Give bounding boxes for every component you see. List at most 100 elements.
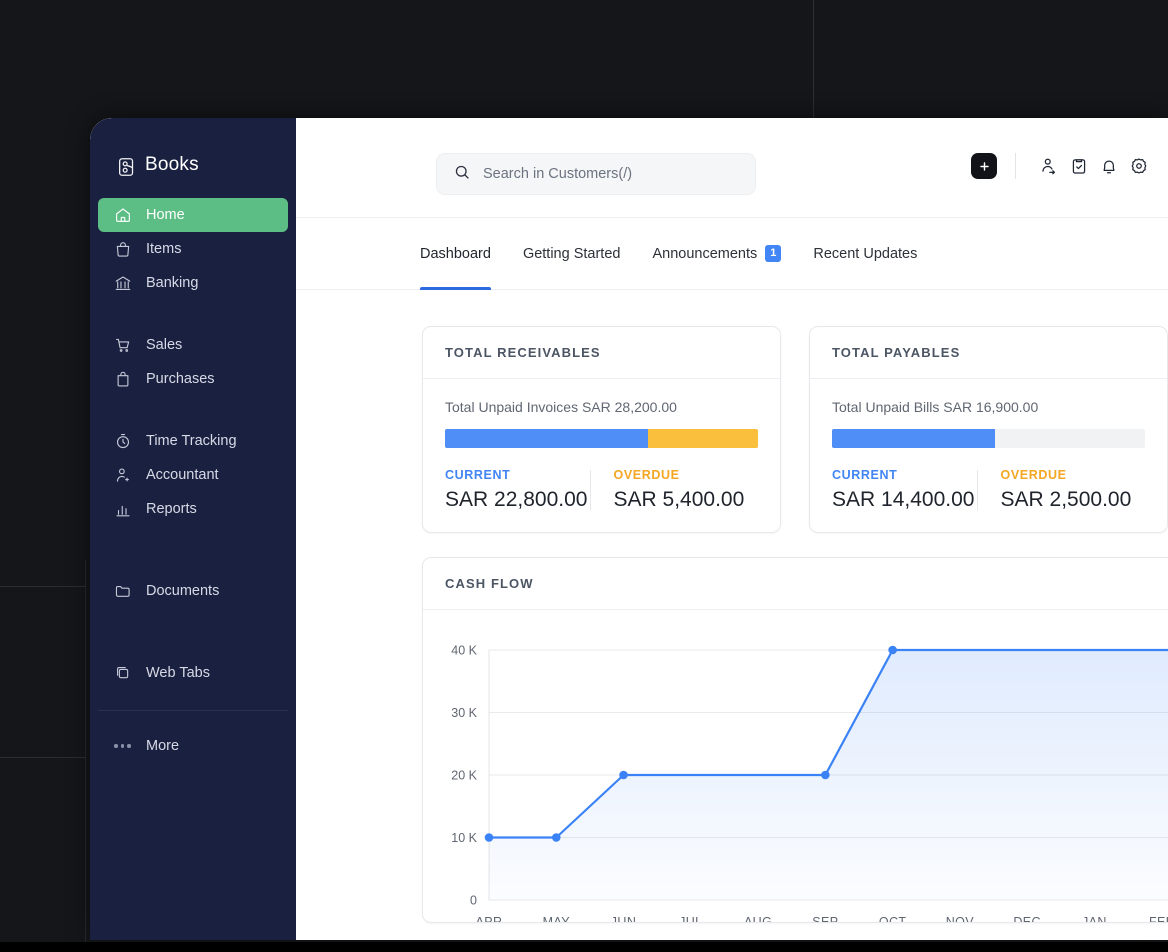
cash-flow-chart: 010 K20 K30 K40 KAPRMAYJUNJULAUGSEPOCTNO…	[423, 610, 1168, 922]
backdrop-divider-horizontal-1	[0, 586, 86, 587]
books-logo-icon	[116, 156, 134, 174]
svg-text:30 K: 30 K	[451, 706, 477, 720]
brand-name: Books	[145, 154, 199, 176]
total-payables-card: TOTAL PAYABLES Total Unpaid Bills SAR 16…	[809, 326, 1168, 533]
unpaid-invoices-total: Total Unpaid Invoices SAR 28,200.00	[445, 399, 758, 415]
sidebar-item-sales[interactable]: Sales	[98, 328, 288, 362]
tab-label: Recent Updates	[813, 246, 917, 262]
sidebar-item-purchases[interactable]: Purchases	[98, 362, 288, 396]
receivables-stats: CURRENT SAR 22,800.00 OVERDUE SAR 5,400.…	[445, 468, 758, 512]
summary-cards-row: TOTAL RECEIVABLES Total Unpaid Invoices …	[422, 326, 1168, 533]
main-content: Search in Customers(/)	[296, 118, 1168, 940]
sidebar-spacer	[98, 396, 288, 424]
svg-text:OCT: OCT	[879, 915, 907, 922]
dashboard-cards: TOTAL RECEIVABLES Total Unpaid Invoices …	[296, 290, 1168, 923]
bell-icon[interactable]	[1094, 152, 1124, 180]
receivables-bar-overdue	[648, 429, 758, 448]
tab-label: Getting Started	[523, 246, 621, 262]
bag-icon	[114, 240, 132, 258]
search-placeholder: Search in Customers(/)	[483, 166, 632, 182]
person-star-icon	[114, 466, 132, 484]
payables-current-stat: CURRENT SAR 14,400.00	[832, 468, 977, 512]
sidebar-spacer	[98, 636, 288, 656]
unpaid-bills-total: Total Unpaid Bills SAR 16,900.00	[832, 399, 1145, 415]
sidebar-item-time-tracking[interactable]: Time Tracking	[98, 424, 288, 458]
sidebar-item-reports[interactable]: Reports	[98, 492, 288, 526]
stat-value: SAR 14,400.00	[832, 488, 977, 512]
card-body: Total Unpaid Bills SAR 16,900.00 CURRENT…	[810, 379, 1167, 532]
card-title: CASH FLOW	[445, 576, 1168, 591]
sidebar-spacer	[98, 300, 288, 328]
sidebar-item-label: Banking	[146, 275, 198, 291]
cash-flow-card: CASH FLOW 010 K20 K30 K40 KAPRMAYJUNJULA…	[422, 557, 1168, 923]
sidebar-item-documents[interactable]: Documents	[98, 574, 288, 608]
payables-progress-bar	[832, 429, 1145, 448]
sidebar-item-label: Documents	[146, 583, 219, 599]
total-receivables-card: TOTAL RECEIVABLES Total Unpaid Invoices …	[422, 326, 781, 533]
add-button[interactable]	[971, 153, 997, 179]
card-body: 010 K20 K30 K40 KAPRMAYJUNJULAUGSEPOCTNO…	[423, 610, 1168, 922]
stat-value: SAR 5,400.00	[614, 488, 759, 512]
shopping-bag-icon	[114, 370, 132, 388]
sidebar-item-label: Time Tracking	[146, 433, 237, 449]
tab-bar: Dashboard Getting Started Announcements …	[296, 218, 1168, 290]
timer-icon	[114, 432, 132, 450]
home-icon	[114, 206, 132, 224]
svg-text:20 K: 20 K	[451, 769, 477, 783]
bank-icon	[114, 274, 132, 292]
stat-label: CURRENT	[445, 468, 590, 482]
sidebar-item-home[interactable]: Home	[98, 198, 288, 232]
tab-label: Announcements	[652, 246, 757, 262]
sidebar-item-label: More	[146, 738, 179, 754]
svg-text:JUN: JUN	[611, 915, 637, 922]
svg-text:SEP: SEP	[812, 915, 838, 922]
sidebar: Books Home	[90, 118, 296, 940]
app-window: Books Home	[90, 118, 1168, 940]
svg-text:10 K: 10 K	[451, 831, 477, 845]
sidebar-spacer	[98, 526, 288, 554]
backdrop-divider-horizontal-2	[0, 757, 86, 758]
payables-overdue-stat: OVERDUE SAR 2,500.00	[977, 468, 1146, 512]
bottom-strip	[0, 942, 1168, 952]
sidebar-item-web-tabs[interactable]: Web Tabs	[98, 656, 288, 690]
folder-icon	[114, 582, 132, 600]
card-title: TOTAL PAYABLES	[832, 345, 1145, 360]
windows-icon	[114, 664, 132, 682]
stat-value: SAR 22,800.00	[445, 488, 590, 512]
stat-label: OVERDUE	[614, 468, 759, 482]
tab-recent-updates[interactable]: Recent Updates	[813, 218, 917, 290]
svg-text:AUG: AUG	[744, 915, 772, 922]
search-input[interactable]: Search in Customers(/)	[436, 153, 756, 195]
card-header: CASH FLOW	[423, 558, 1168, 610]
svg-text:FEB: FEB	[1149, 915, 1168, 922]
svg-text:JUL: JUL	[679, 915, 702, 922]
tab-announcements[interactable]: Announcements 1	[652, 218, 781, 290]
sidebar-spacer	[98, 554, 288, 574]
sidebar-item-banking[interactable]: Banking	[98, 266, 288, 300]
tab-dashboard[interactable]: Dashboard	[420, 218, 491, 290]
clipboard-check-icon[interactable]	[1064, 152, 1094, 180]
receivables-current-stat: CURRENT SAR 22,800.00	[445, 468, 590, 512]
sidebar-item-more[interactable]: More	[98, 729, 288, 763]
user-switch-icon[interactable]	[1034, 152, 1064, 180]
toolbar-divider	[1015, 153, 1016, 179]
receivables-overdue-stat: OVERDUE SAR 5,400.00	[590, 468, 759, 512]
sidebar-item-label: Sales	[146, 337, 182, 353]
tab-label: Dashboard	[420, 246, 491, 262]
cart-icon	[114, 336, 132, 354]
card-header: TOTAL PAYABLES	[810, 327, 1167, 379]
tab-getting-started[interactable]: Getting Started	[523, 218, 621, 290]
sidebar-nav: Home Items	[90, 198, 296, 763]
sidebar-item-accountant[interactable]: Accountant	[98, 458, 288, 492]
svg-text:40 K: 40 K	[451, 644, 477, 658]
sidebar-item-label: Purchases	[146, 371, 215, 387]
backdrop-divider-vertical-top	[813, 0, 814, 118]
gear-icon[interactable]	[1124, 152, 1154, 180]
payables-stats: CURRENT SAR 14,400.00 OVERDUE SAR 2,500.…	[832, 468, 1145, 512]
announcements-badge: 1	[765, 245, 781, 262]
sidebar-item-items[interactable]: Items	[98, 232, 288, 266]
ellipsis-icon	[114, 744, 132, 748]
svg-text:JAN: JAN	[1082, 915, 1107, 922]
receivables-progress-bar	[445, 429, 758, 448]
brand[interactable]: Books	[90, 124, 296, 198]
